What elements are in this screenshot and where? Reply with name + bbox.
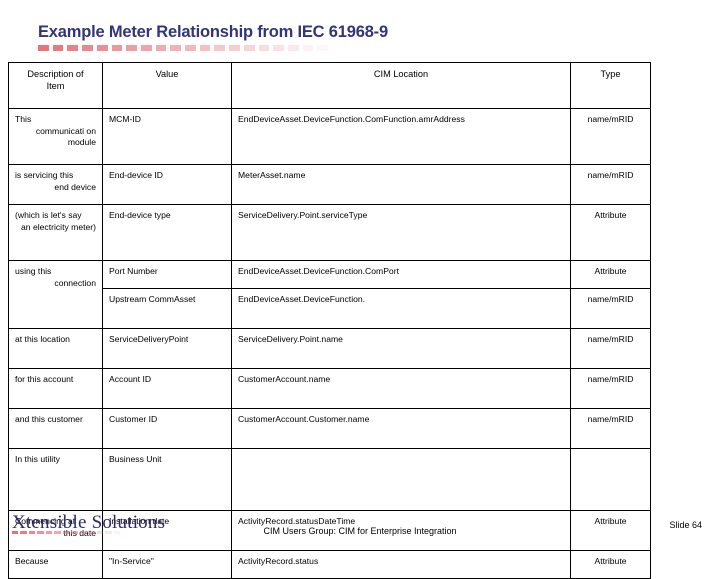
accent-dash [317, 45, 329, 51]
cell-cim-location: ActivityRecord.status [231, 550, 571, 579]
description-lead: In this utility [15, 454, 60, 464]
description-continuation: an electricity meter) [21, 221, 96, 232]
cell-description: at this location [8, 328, 103, 369]
accent-dash [302, 45, 314, 51]
description-lead: Because [15, 556, 49, 566]
cell-value: ServiceDeliveryPoint [102, 328, 232, 369]
accent-dash [214, 45, 226, 51]
description-lead: This [15, 114, 32, 124]
cell-cim-location: EndDeviceAsset.DeviceFunction.ComFunctio… [231, 108, 571, 165]
cell-description: Because [8, 550, 103, 579]
cell-value: MCM-ID [102, 108, 232, 165]
accent-dash [67, 45, 79, 51]
cell-value: "In-Service" [102, 550, 232, 579]
cell-cim-location: CustomerAccount.name [231, 368, 571, 409]
cell-description: In this utility [8, 448, 103, 511]
cell-value: End-device type [102, 204, 232, 261]
column-header-type: Type [570, 62, 651, 109]
footer-caption: CIM Users Group: CIM for Enterprise Inte… [263, 526, 457, 536]
accent-dash [38, 45, 49, 51]
cell-cim-location: EndDeviceAsset.DeviceFunction. [231, 288, 571, 329]
column-header-cim-location: CIM Location [231, 62, 571, 109]
cell-value: Upstream CommAsset [102, 288, 232, 329]
cell-type: name/mRID [570, 368, 651, 409]
cell-type: name/mRID [570, 108, 651, 165]
table-row: using this connection Port Number EndDevice… [8, 260, 651, 329]
cell-type: Attribute [570, 204, 651, 261]
cell-type: name/mRID [570, 164, 651, 205]
cell-description: (which is let's say an electricity meter) [8, 204, 103, 261]
cell-description: for this account [8, 368, 103, 409]
accent-dash [155, 45, 167, 51]
cell-value: Business Unit [102, 448, 232, 511]
cell-type [570, 448, 651, 511]
cell-value: End-device ID [102, 164, 232, 205]
slide-footer: Xtensible Solutions CIM Users Group: CIM… [0, 508, 720, 540]
accent-dash [140, 45, 152, 51]
cell-cim-location: EndDeviceAsset.DeviceFunction.ComPort [231, 260, 571, 289]
table-row: (which is let's say an electricity meter)… [8, 204, 651, 261]
cell-type: name/mRID [570, 288, 651, 329]
column-header-description-line2: Item [46, 81, 65, 91]
slide-number: Slide 64 [669, 520, 702, 530]
accent-dash [229, 45, 240, 51]
column-header-value: Value [102, 62, 232, 109]
accent-dash [170, 45, 182, 51]
cell-type: name/mRID [570, 328, 651, 369]
description-lead: and this customer [15, 414, 83, 424]
page-title: Example Meter Relationship from IEC 6196… [38, 23, 388, 41]
cell-description: using this connection [8, 260, 103, 329]
meter-relationship-table: Description of Item Value CIM Location T… [8, 62, 651, 579]
accent-dash [111, 45, 123, 51]
accent-dash [287, 45, 299, 51]
description-lead: at this location [15, 334, 70, 344]
table-row: and this customer Customer ID CustomerAcco… [8, 408, 651, 449]
cell-description: and this customer [8, 408, 103, 449]
table-row: is servicing this end device End-device ID… [8, 164, 651, 205]
description-continuation: connection [54, 277, 96, 288]
description-lead: using this [15, 266, 52, 276]
table-row: Because "In-Service" ActivityRecord.status… [8, 550, 651, 579]
title-accent-rule [38, 45, 329, 51]
accent-dash [258, 45, 270, 51]
cell-cim-location: CustomerAccount.Customer.name [231, 408, 571, 449]
column-header-description-line1: Description of [27, 69, 84, 79]
description-continuation: end device [54, 181, 96, 192]
title-block: Example Meter Relationship from IEC 6196… [38, 22, 678, 51]
cell-description: This communicati on module [8, 108, 103, 165]
description-continuation: communicati on module [35, 125, 96, 148]
table-row: In this utility Business Unit [8, 448, 651, 511]
accent-dash [52, 45, 64, 51]
cell-cim-location: ServiceDelivery.Point.serviceType [231, 204, 571, 261]
accent-dash [273, 45, 284, 51]
accent-dash [96, 45, 108, 51]
description-lead: (which is let's say [15, 210, 82, 220]
cell-cim-location: MeterAsset.name [231, 164, 571, 205]
cell-type: Attribute [570, 260, 651, 289]
accent-dash [82, 45, 93, 51]
table-header: Description of Item Value CIM Location T… [8, 62, 651, 109]
table-row: Upstream CommAsset EndDeviceAsset.DeviceF… [9, 288, 651, 329]
cell-cim-location [231, 448, 571, 511]
cell-type: Attribute [570, 550, 651, 579]
accent-dash [185, 45, 196, 51]
table-row: at this location ServiceDeliveryPoint Serv… [8, 328, 651, 369]
accent-dash [126, 45, 137, 51]
cell-value: Customer ID [102, 408, 232, 449]
accent-dash [243, 45, 255, 51]
cell-value: Port Number [102, 260, 232, 289]
accent-dash [199, 45, 211, 51]
description-lead: for this account [15, 374, 74, 384]
cell-description: is servicing this end device [8, 164, 103, 205]
table-header-row: Description of Item Value CIM Location T… [8, 62, 651, 109]
cell-value: Account ID [102, 368, 232, 409]
table-row: This communicati on module MCM-ID EndDevice… [8, 108, 651, 165]
table-row: for this account Account ID CustomerAccoun… [8, 368, 651, 409]
cell-type: name/mRID [570, 408, 651, 449]
cell-cim-location: ServiceDelivery.Point.name [231, 328, 571, 369]
description-lead: is servicing this [15, 170, 74, 180]
column-header-description: Description of Item [8, 62, 103, 109]
